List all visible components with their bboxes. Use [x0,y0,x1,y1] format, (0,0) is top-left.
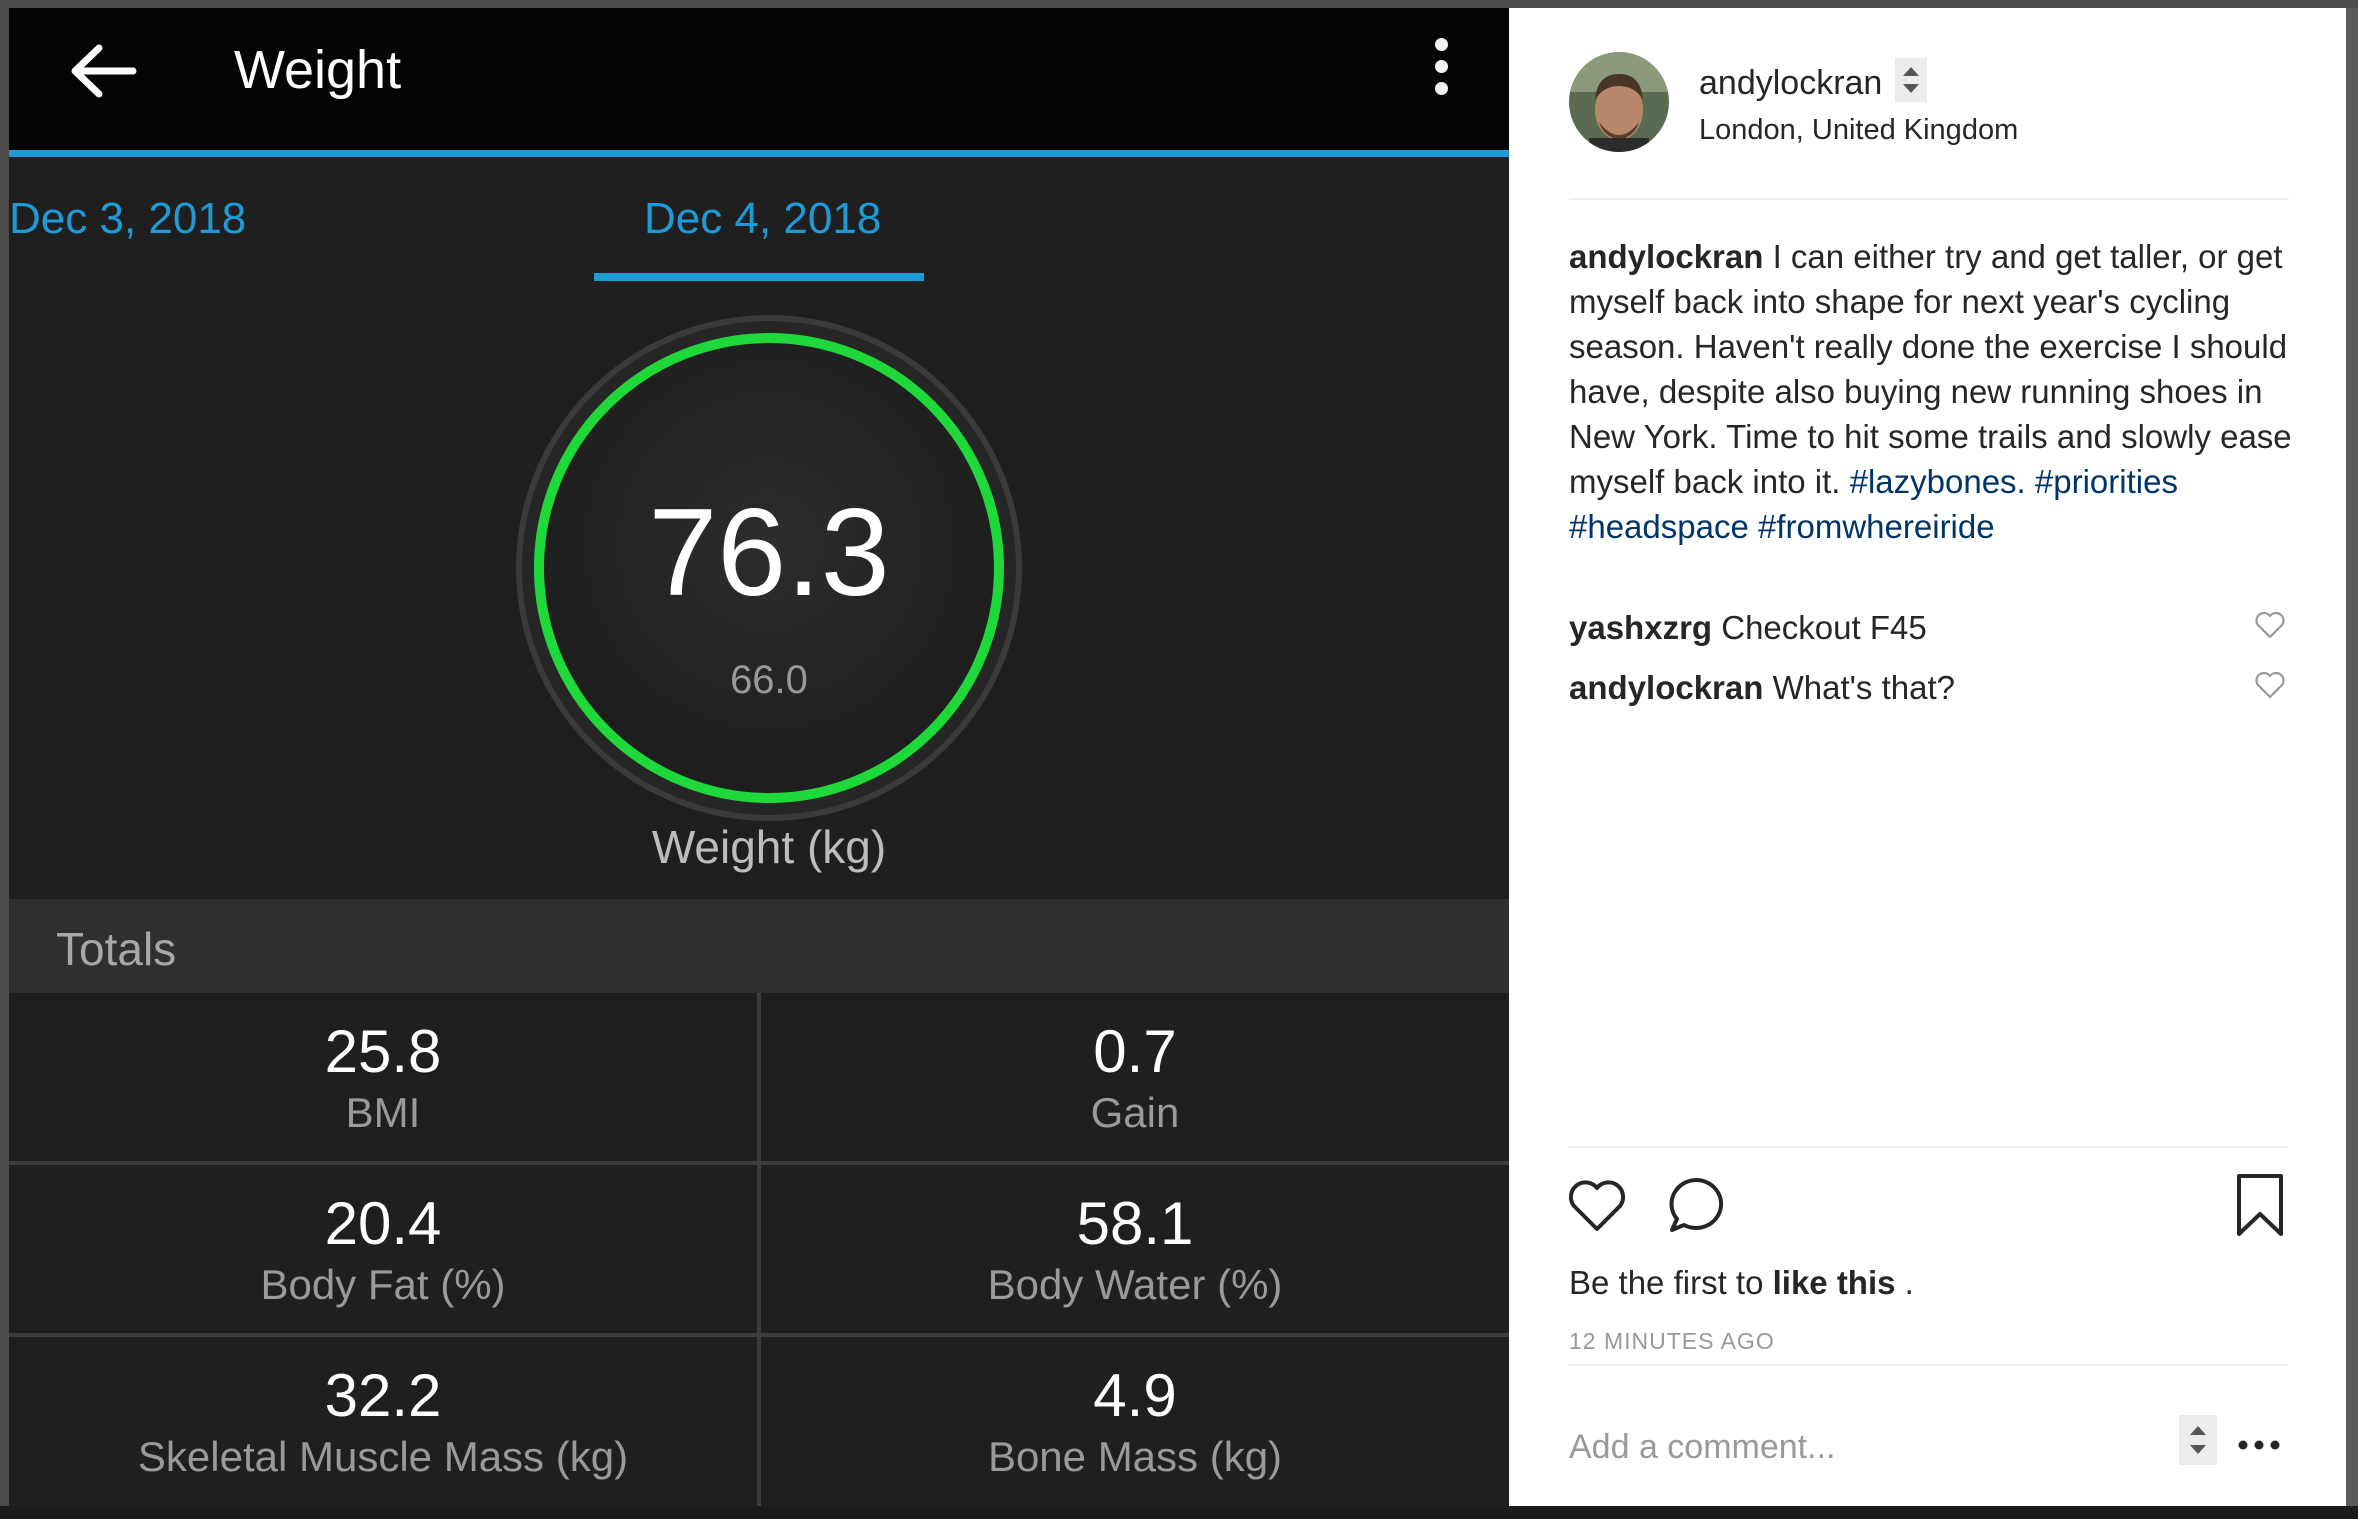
panel-right-edge [2346,8,2358,1506]
app-title: Weight [234,40,402,100]
metric-body-water: 58.1 Body Water (%) [761,1165,1509,1335]
sort-arrows-icon[interactable] [2179,1415,2217,1465]
likes-suffix: . [1904,1264,1914,1301]
weight-app-screenshot: Weight Dec 3, 2018 Dec 4, 2018 76.3 66.0… [9,8,1509,1506]
avatar[interactable] [1569,52,1669,152]
like-this-link[interactable]: like this [1773,1264,1896,1301]
metric-value: 20.4 [324,1190,442,1257]
header-divider [1569,198,2289,200]
metric-bmi: 25.8 BMI [9,993,757,1163]
metric-label: Body Fat (%) [260,1261,506,1308]
sort-arrows-icon[interactable] [1895,58,1927,102]
grid-divider [9,1333,1509,1337]
hashtag-link[interactable]: #lazybones. [1850,463,2026,500]
totals-header: Totals [9,899,1509,993]
grid-divider [9,1161,1509,1165]
weight-goal: 66.0 [730,658,808,702]
comment-author[interactable]: yashxzrg [1569,609,1712,646]
app-bar-accent-line [9,150,1509,157]
comment-like-heart-icon[interactable] [2253,608,2287,642]
weight-label: Weight (kg) [651,821,887,873]
frame-bottom-strip [0,1506,2358,1519]
post-timestamp[interactable]: 12 MINUTES AGO [1569,1326,1775,1356]
hashtag-link[interactable]: #fromwhereiride [1758,508,1995,545]
comment-like-heart-icon[interactable] [2253,668,2287,702]
actions-divider [1569,1146,2289,1148]
metric-label: Bone Mass (kg) [987,1433,1283,1480]
hashtag-link[interactable]: #priorities [2035,463,2178,500]
likes-prefix: Be the first to [1569,1264,1764,1301]
comment-bubble-icon[interactable] [1666,1174,1728,1236]
comment-item: andylockran What's that? [1569,666,2249,710]
app-bar: Weight [9,8,1509,150]
metric-value: 58.1 [1076,1190,1194,1257]
tab-current-date[interactable]: Dec 4, 2018 [644,191,881,247]
post-panel: andylockran London, United Kingdom andyl… [1509,8,2346,1506]
metric-label: BMI [345,1089,421,1136]
likes-summary: Be the first to like this . [1569,1261,1914,1305]
tab-previous-date[interactable]: Dec 3, 2018 [9,191,246,247]
comment-item: yashxzrg Checkout F45 [1569,606,2249,650]
metric-value: 4.9 [1093,1362,1177,1429]
metric-value: 25.8 [324,1018,442,1085]
hashtag-link[interactable]: #headspace [1569,508,1749,545]
tab-active-indicator [594,273,924,281]
back-arrow-icon[interactable] [67,42,137,100]
comment-box-divider [1569,1364,2289,1366]
caption-text: I can either try and get taller, or get … [1569,238,2292,500]
metric-value: 0.7 [1093,1018,1177,1085]
bookmark-icon[interactable] [2233,1172,2287,1238]
metric-label: Body Water (%) [987,1261,1283,1308]
weight-value: 76.3 [648,484,890,622]
like-heart-icon[interactable] [1566,1176,1628,1234]
metrics-grid: 25.8 BMI 0.7 Gain 20.4 Body Fat (%) 58.1… [9,993,1509,1506]
metric-gain: 0.7 Gain [761,993,1509,1163]
metric-label: Gain [1090,1089,1180,1136]
add-comment-input[interactable]: Add a comment... [1569,1424,1835,1470]
metric-value: 32.2 [324,1362,442,1429]
comment-author[interactable]: andylockran [1569,669,1763,706]
more-options-icon[interactable] [1427,38,1455,100]
more-options-icon[interactable] [2236,1438,2282,1452]
comment-text: What's that? [1772,669,1955,706]
post-username[interactable]: andylockran [1699,62,1882,104]
metric-skeletal-muscle-mass: 32.2 Skeletal Muscle Mass (kg) [9,1337,757,1506]
grid-divider-vertical [757,993,761,1506]
metric-body-fat: 20.4 Body Fat (%) [9,1165,757,1335]
post-caption: andylockran I can either try and get tal… [1569,234,2294,549]
metric-bone-mass: 4.9 Bone Mass (kg) [761,1337,1509,1506]
comment-text: Checkout F45 [1721,609,1927,646]
totals-label: Totals [56,923,177,975]
metric-label: Skeletal Muscle Mass (kg) [137,1433,629,1480]
caption-author[interactable]: andylockran [1569,238,1763,275]
post-location[interactable]: London, United Kingdom [1699,111,2018,149]
